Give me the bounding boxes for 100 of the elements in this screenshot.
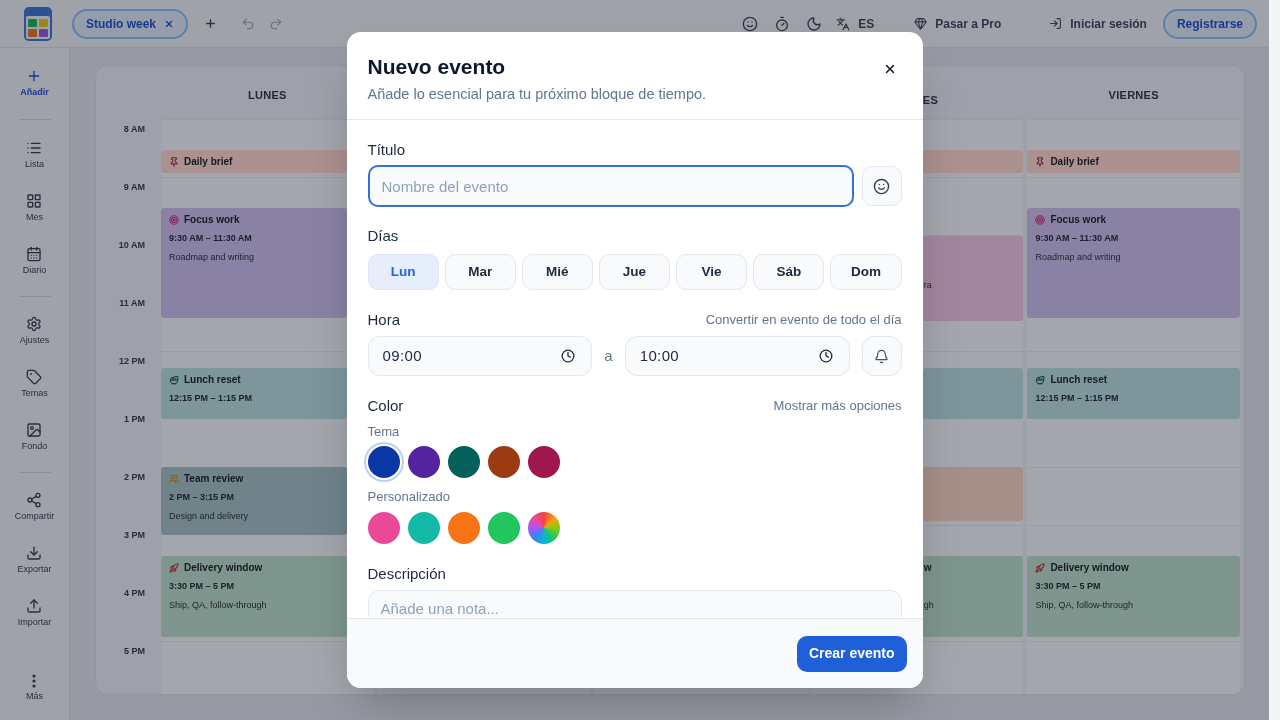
rocket-icon [169, 562, 179, 573]
title-input[interactable]: Nombre del evento [367, 165, 854, 207]
event-block[interactable]: Delivery window 3:30 PM – 5 PM Ship, QA, follow-through [161, 556, 347, 637]
event-block[interactable]: Daily brief [1027, 150, 1240, 173]
sidebar-item[interactable]: Fondo [21, 422, 48, 452]
hour-label: 9 AM [123, 181, 145, 193]
color-swatch-icon[interactable] [447, 512, 480, 544]
event-block[interactable]: Daily brief [161, 150, 347, 173]
salad-icon [1035, 374, 1046, 385]
event-title: Delivery window [184, 561, 263, 575]
day-toggle[interactable]: Mar [444, 254, 516, 290]
plus-icon [204, 17, 217, 30]
event-time: 9:30 AM – 11:30 AM [1035, 232, 1119, 245]
signup-button[interactable]: Registrarse [1162, 8, 1257, 39]
event-block[interactable]: Delivery window 3:30 PM – 5 PM Ship, QA, follow-through [1027, 556, 1240, 637]
color-swatch-icon[interactable] [407, 446, 440, 478]
gem-icon [914, 17, 928, 30]
people-icon [169, 473, 179, 484]
event-note: Roadmap and writing [1035, 251, 1121, 264]
sidebar-item[interactable]: Temas [21, 369, 48, 399]
theme-button[interactable] [806, 15, 823, 32]
hour-label: 2 PM [124, 471, 145, 483]
event-title: Daily brief [1050, 155, 1099, 169]
color-swatch-icon[interactable] [487, 512, 520, 544]
event-note: Ship, QA, follow-through [1035, 599, 1133, 612]
logo-icon [24, 6, 52, 41]
event-block[interactable]: Team review 2 PM – 3:15 PM Design and delivery [161, 467, 347, 535]
day-toggle[interactable]: Dom [830, 254, 902, 290]
sidebar-item[interactable]: Importar [17, 598, 52, 628]
sidebar-item[interactable]: Diario [22, 246, 47, 276]
event-title: Focus work [1050, 213, 1106, 227]
event-title: w [923, 561, 932, 575]
pin-icon [169, 156, 179, 167]
sidebar-item[interactable]: Mes [26, 193, 43, 223]
pin-icon [1035, 156, 1046, 167]
hour-label: 5 PM [124, 645, 145, 657]
day-toggle[interactable]: Jue [598, 254, 671, 290]
color-swatch-icon[interactable] [367, 512, 400, 544]
event-note: Design and delivery [169, 510, 249, 523]
upload-icon [26, 598, 43, 614]
smile-button[interactable] [742, 15, 759, 32]
color-swatch-icon[interactable] [367, 446, 400, 478]
reminder-button[interactable] [861, 336, 902, 376]
rocket-icon [1035, 562, 1046, 573]
day-toggle[interactable]: Vie [676, 254, 748, 290]
smile-icon [873, 177, 890, 195]
day-toggle[interactable]: Mié [521, 254, 593, 290]
event-block[interactable]: Focus work 9:30 AM – 11:30 AM Roadmap and writing [1027, 208, 1240, 318]
sidebar-item[interactable]: Añadir [20, 68, 49, 98]
login-button[interactable]: Iniciar sesión [1049, 14, 1147, 33]
language-button[interactable]: ES [836, 14, 875, 33]
end-time-field[interactable]: 10:00 [624, 336, 850, 376]
color-swatch-icon[interactable] [527, 446, 560, 478]
language-icon [836, 16, 851, 31]
field-label: Color [367, 396, 404, 416]
event-block[interactable]: Lunch reset 12:15 PM – 1:15 PM [1027, 368, 1240, 419]
event-block[interactable]: w gh [922, 556, 1024, 637]
hour-label: 4 PM [124, 587, 145, 599]
event-title: Lunch reset [1050, 373, 1108, 387]
sidebar-item[interactable]: Exportar [17, 545, 52, 575]
sidebar-item[interactable]: Ajustes [19, 316, 50, 346]
clock-icon [818, 349, 833, 363]
upgrade-button[interactable]: Pasar a Pro [914, 14, 1002, 33]
sidebar-item[interactable]: Más [26, 674, 43, 702]
project-tab[interactable]: Studio week [72, 8, 188, 39]
timer-button[interactable] [774, 15, 791, 32]
event-title: Daily brief [184, 155, 233, 169]
event-block[interactable]: Lunch reset 12:15 PM – 1:15 PM [161, 368, 347, 419]
day-toggle[interactable]: Lun [367, 254, 439, 290]
download-icon [26, 545, 43, 561]
login-icon [1049, 17, 1063, 30]
all-day-link[interactable]: Convertir en evento de todo el día [705, 310, 902, 330]
event-note: gh [923, 599, 934, 612]
moon-icon [806, 15, 823, 32]
add-tab-button[interactable] [204, 17, 217, 30]
list-icon [26, 140, 43, 156]
day-toggle[interactable]: Sáb [753, 254, 825, 290]
emoji-button[interactable] [861, 166, 902, 206]
event-time: 3:30 PM – 5 PM [169, 580, 235, 593]
day-header: ES [922, 94, 939, 106]
hour-label: 8 AM [123, 123, 145, 135]
event-block[interactable]: Focus work 9:30 AM – 11:30 AM Roadmap and writing [161, 208, 347, 318]
target-icon [169, 214, 179, 225]
create-event-button[interactable]: Crear evento [796, 635, 907, 672]
grid-icon [26, 193, 43, 209]
color-wheel-icon[interactable] [527, 512, 560, 544]
color-swatch-icon[interactable] [447, 446, 480, 478]
color-swatch-icon[interactable] [487, 446, 520, 478]
event-time: 2 PM – 3:15 PM [169, 491, 235, 504]
color-swatch-icon[interactable] [407, 512, 440, 544]
more-options-link[interactable]: Mostrar más opciones [773, 396, 902, 416]
event-block[interactable]: ra [922, 236, 1024, 321]
time-separator: a [604, 345, 613, 366]
start-time-field[interactable]: 09:00 [367, 336, 593, 376]
hour-label: 1 PM [124, 413, 145, 425]
sidebar-item[interactable]: Compartir [14, 492, 55, 522]
sidebar-item[interactable]: Lista [25, 140, 44, 170]
event-title: Team review [184, 472, 244, 486]
description-field[interactable]: Añade una nota... [367, 590, 902, 617]
tag-icon [26, 369, 43, 385]
